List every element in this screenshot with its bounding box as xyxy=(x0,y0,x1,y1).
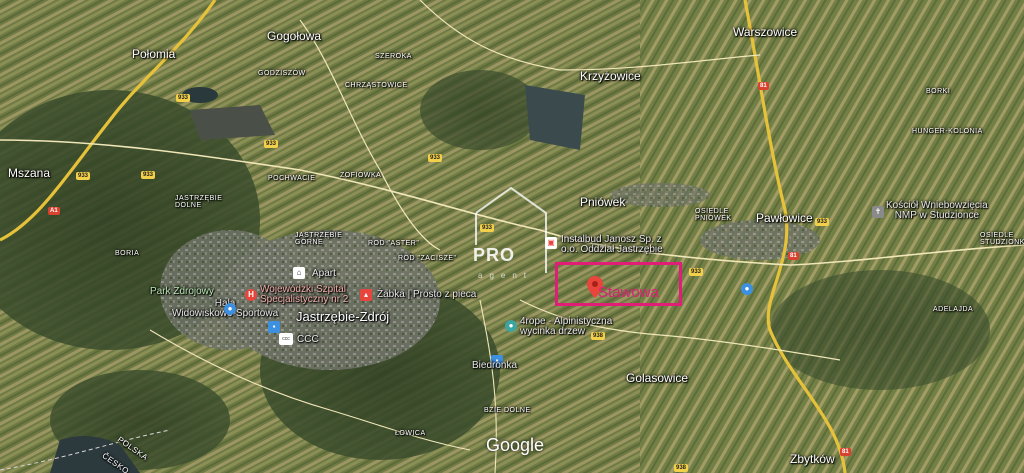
place-label[interactable]: BORIA xyxy=(115,250,139,257)
poi-label[interactable]: Żabka | Prosto z pieca xyxy=(377,290,476,300)
place-label[interactable]: OSIEDLE PNIÓWEK xyxy=(695,208,732,222)
route-shield-933: 933 xyxy=(176,94,191,102)
google-attribution: Google xyxy=(486,435,545,455)
place-label[interactable]: HUNGER-KOLONIA xyxy=(912,128,983,135)
place-label[interactable]: Krzyżowice xyxy=(580,70,641,82)
route-shield-81: 81 xyxy=(758,82,769,90)
place-label[interactable]: ROD "ASTER" xyxy=(368,240,419,247)
place-label[interactable]: JASTRZĘBIE DOLNE xyxy=(175,195,222,209)
route-shield-933: 933 xyxy=(689,268,704,276)
place-label[interactable]: Golasowice xyxy=(626,372,688,384)
highlight-label[interactable]: Stawowa xyxy=(598,285,659,300)
place-label[interactable]: Jastrzębie-Zdrój xyxy=(296,310,389,323)
place-label[interactable]: Zbytków xyxy=(790,453,835,465)
place-label[interactable]: BZIE DOLNE xyxy=(484,407,531,414)
transit-icon[interactable]: ● xyxy=(741,283,753,295)
route-shield-933: 933 xyxy=(815,218,830,226)
service-icon[interactable]: ● xyxy=(505,320,517,332)
poi-label[interactable]: Instalbud Janosz Sp. z o.o. Oddział Jast… xyxy=(561,235,663,255)
place-label[interactable]: Połomia xyxy=(132,48,175,60)
route-shield-81: 81 xyxy=(788,252,799,260)
place-label[interactable]: BORKI xyxy=(926,88,950,95)
place-label[interactable]: SZEROKA xyxy=(375,53,412,60)
pro-agent-logo xyxy=(475,186,547,273)
church-icon[interactable]: ✝ xyxy=(872,206,884,218)
route-shield-a1: A1 xyxy=(48,207,60,215)
place-label[interactable]: OSIEDLE STUDZIONKA xyxy=(980,232,1024,246)
poi-label[interactable]: 4rope - Alpinistyczna wycinka drzew xyxy=(520,317,612,337)
route-shield-933: 933 xyxy=(141,171,156,179)
place-label[interactable]: Pniówek xyxy=(580,196,625,208)
place-label[interactable]: ADELAJDA xyxy=(933,306,973,313)
hotel-icon[interactable]: ⌂ xyxy=(293,267,305,279)
shop-icon[interactable]: ▴ xyxy=(360,289,372,301)
place-label[interactable]: ZOFIÓWKA xyxy=(340,172,381,179)
stadium-icon[interactable]: ● xyxy=(224,303,236,315)
place-label[interactable]: POCHWACIE xyxy=(268,175,315,182)
route-shield-81: 81 xyxy=(840,448,851,456)
route-shield-933: 933 xyxy=(76,172,91,180)
place-label[interactable]: ŁOWICA xyxy=(395,430,426,437)
poi-label[interactable]: Park Zdrojowy xyxy=(150,287,214,297)
place-label[interactable]: Mszana xyxy=(8,167,50,179)
place-label[interactable]: CHRZĄSTOWICE xyxy=(345,82,408,89)
route-shield-933: 933 xyxy=(428,154,443,162)
place-label[interactable]: GODZISZÓW xyxy=(258,70,306,77)
map-view[interactable]: 933 933 933 933 933 933 933 933 A1 81 81… xyxy=(0,0,1024,473)
poi-label[interactable]: Kościół Wniebowzięcia NMP w Studzionce xyxy=(886,201,988,221)
route-shield-933: 933 xyxy=(264,140,279,148)
route-shield-938: 938 xyxy=(674,464,689,472)
poi-label[interactable]: Biedronka xyxy=(472,361,517,371)
place-label[interactable]: JASTRZĘBIE GÓRNE xyxy=(295,232,342,246)
place-label[interactable]: Gogołowa xyxy=(267,30,321,42)
place-label[interactable]: ROD "ZACISZE" xyxy=(398,255,457,262)
place-label[interactable]: Warszowice xyxy=(733,26,797,38)
logo-subtext: agent xyxy=(478,271,534,280)
shopping-bag-icon[interactable]: ▪ xyxy=(268,321,280,333)
ccc-store-icon[interactable]: ccc xyxy=(279,333,293,345)
place-label[interactable]: Pawłowice xyxy=(756,212,813,224)
poi-label[interactable]: CCC xyxy=(297,335,319,345)
logo-text: PRO xyxy=(473,245,516,265)
poi-label[interactable]: Apart xyxy=(312,269,336,279)
